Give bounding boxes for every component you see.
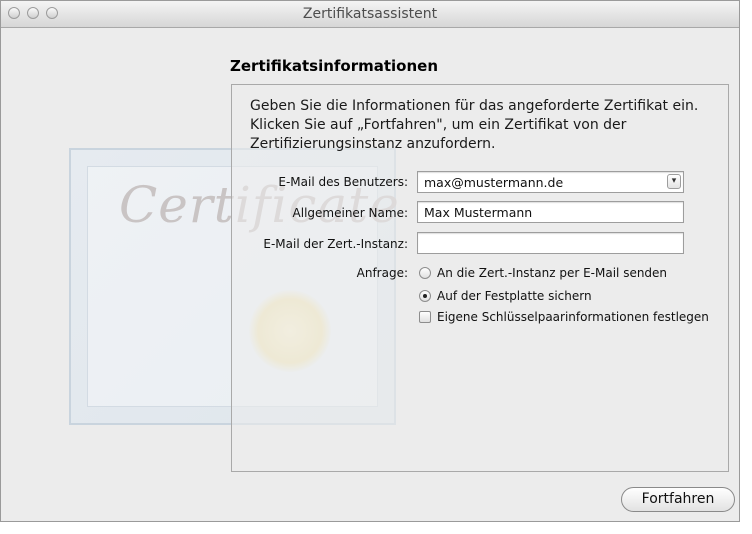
common-name-label: Allgemeiner Name: xyxy=(292,206,408,220)
email-value: max@mustermann.de xyxy=(424,175,564,190)
option-keypair[interactable]: Eigene Schlüsselpaarinformationen festle… xyxy=(419,310,709,324)
continue-button[interactable]: Fortfahren xyxy=(621,487,735,512)
option-send-label: An die Zert.-Instanz per E-Mail senden xyxy=(437,266,668,280)
request-label: Anfrage: xyxy=(356,266,408,280)
chevron-down-icon[interactable]: ▾ xyxy=(667,174,681,189)
common-name-value: Max Mustermann xyxy=(424,205,533,220)
radio-save-icon[interactable] xyxy=(419,290,431,302)
email-label: E-Mail des Benutzers: xyxy=(278,175,408,189)
option-keypair-label: Eigene Schlüsselpaarinformationen festle… xyxy=(437,310,709,324)
page-title: Zertifikatsinformationen xyxy=(230,57,439,75)
option-send-email[interactable]: An die Zert.-Instanz per E-Mail senden xyxy=(419,266,667,280)
option-save-label: Auf der Festplatte sichern xyxy=(437,289,592,303)
radio-send-icon[interactable] xyxy=(419,267,431,279)
common-name-field[interactable]: Max Mustermann xyxy=(417,201,684,223)
ca-email-field[interactable] xyxy=(417,232,684,254)
assistant-window: Zertifikatsassistent Certificate Zertifi… xyxy=(0,0,740,522)
title-bar: Zertifikatsassistent xyxy=(1,1,739,28)
ca-email-label: E-Mail der Zert.-Instanz: xyxy=(263,237,408,251)
intro-text: Geben Sie die Informationen für das ange… xyxy=(250,98,699,152)
window-title: Zertifikatsassistent xyxy=(302,6,438,22)
option-save-disk[interactable]: Auf der Festplatte sichern xyxy=(419,289,592,303)
email-combo[interactable]: max@mustermann.de ▾ xyxy=(417,171,684,193)
checkbox-keypair-icon[interactable] xyxy=(419,311,431,323)
